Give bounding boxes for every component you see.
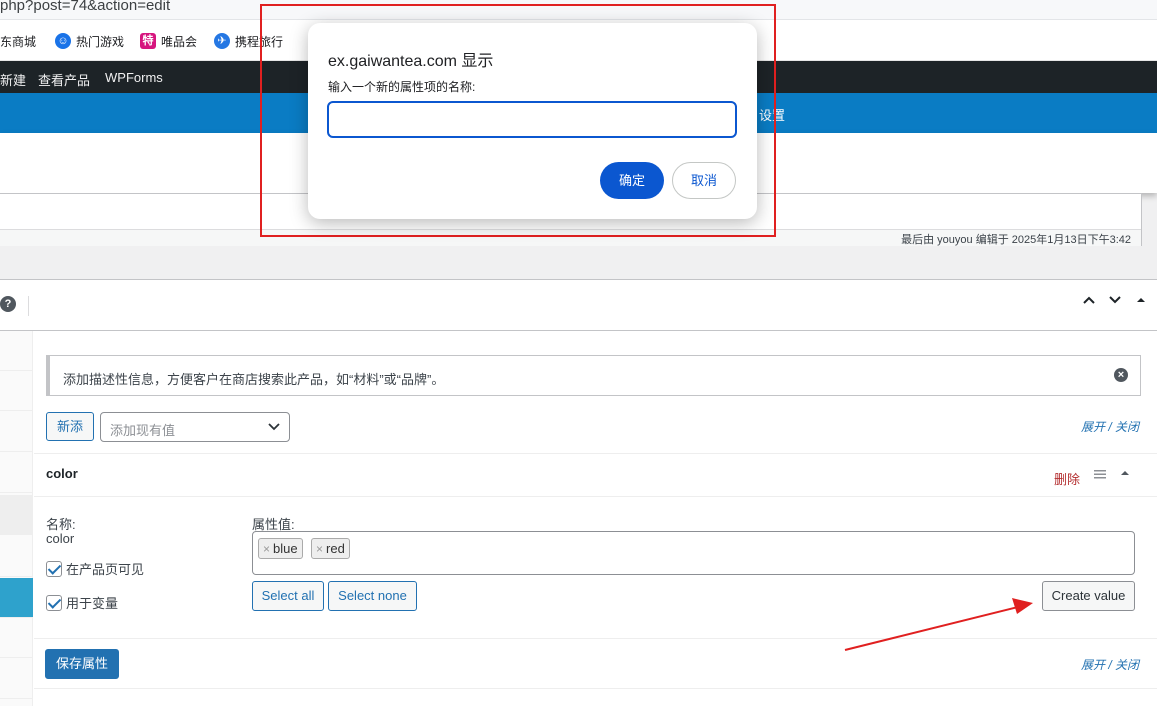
product-tab[interactable]	[0, 412, 33, 452]
product-tab[interactable]	[0, 453, 33, 493]
bookmark-jd[interactable]: 东商城	[0, 31, 36, 51]
dialog-text-input[interactable]	[327, 101, 737, 138]
add-existing-select[interactable]: 添加现有值	[100, 412, 290, 442]
prompt-dialog: ex.gaiwantea.com 显示 输入一个新的属性项的名称: 确定 取消	[308, 23, 757, 219]
collapse-icon[interactable]	[1131, 293, 1151, 317]
adminbar-view-product[interactable]: 查看产品	[38, 70, 90, 89]
select-placeholder: 添加现有值	[110, 420, 175, 439]
select-none-button[interactable]: Select none	[328, 581, 417, 611]
value-token[interactable]: ×red	[311, 538, 350, 559]
product-tab[interactable]	[0, 618, 33, 658]
dialog-cancel-button[interactable]: 取消	[672, 162, 736, 199]
help-icon[interactable]: ?	[0, 296, 16, 312]
vip-icon: 特	[140, 33, 156, 49]
add-new-attribute-button[interactable]: 新添	[46, 412, 94, 441]
dialog-message: 输入一个新的属性项的名称:	[328, 78, 475, 95]
dialog-ok-button[interactable]: 确定	[600, 162, 664, 199]
expand-close-link[interactable]: 展开 / 关闭	[1081, 656, 1139, 673]
bookmark-label: 唯品会	[161, 33, 197, 50]
checkbox-label: 在产品页可见	[66, 559, 144, 578]
save-attributes-button[interactable]: 保存属性	[45, 649, 119, 679]
attribute-title: color	[46, 466, 78, 481]
last-edited-text: 最后由 youyou 编辑于 2025年1月13日下午3:42	[901, 231, 1131, 247]
product-tab[interactable]	[0, 331, 33, 371]
postbox-header: ?	[0, 280, 1157, 331]
product-data-tabs	[0, 331, 33, 706]
remove-value-icon[interactable]: ×	[316, 542, 323, 556]
drag-handle-icon[interactable]	[1094, 467, 1108, 483]
adminbar-wpforms[interactable]: WPForms	[105, 70, 163, 85]
url-text[interactable]: php?post=74&action=edit	[0, 0, 170, 14]
product-tab[interactable]	[0, 371, 33, 411]
checkbox-checked[interactable]	[46, 595, 62, 611]
value-token-label: blue	[273, 541, 298, 556]
expand-close-link[interactable]: 展开 / 关闭	[1081, 418, 1139, 435]
divider	[34, 688, 1157, 689]
used-for-variations-checkbox[interactable]: 用于变量	[46, 593, 118, 612]
ctrip-icon: ✈	[214, 33, 230, 49]
bookmark-label: 热门游戏	[76, 33, 124, 50]
toggle-attribute-icon[interactable]	[1120, 468, 1130, 481]
checkbox-label: 用于变量	[66, 593, 118, 612]
value-token[interactable]: ×blue	[258, 538, 303, 559]
adminbar-new[interactable]: 新建	[0, 70, 26, 89]
chevron-down-icon	[267, 419, 281, 436]
attribute-row-header[interactable]: color 删除	[34, 453, 1157, 497]
visible-on-product-page-checkbox[interactable]: 在产品页可见	[46, 559, 144, 578]
bookmark-vip[interactable]: 特 唯品会	[140, 31, 197, 51]
bookmark-games[interactable]: ☺ 热门游戏	[55, 31, 124, 51]
attribute-values-input[interactable]: ×blue ×red	[252, 531, 1135, 575]
divider	[28, 296, 29, 316]
select-all-button[interactable]: Select all	[252, 581, 324, 611]
bookmark-label: 东商城	[0, 33, 36, 50]
notice-text: 添加描述性信息，方便客户在商店搜索此产品，如“材料”或“品牌”。	[63, 369, 444, 388]
move-down-icon[interactable]	[1105, 293, 1125, 317]
delete-attribute-link[interactable]: 删除	[1054, 469, 1080, 488]
create-value-button[interactable]: Create value	[1042, 581, 1135, 611]
value-token-label: red	[326, 541, 345, 556]
attributes-info-notice: 添加描述性信息，方便客户在商店搜索此产品，如“材料”或“品牌”。 ×	[46, 355, 1141, 396]
checkbox-checked[interactable]	[46, 561, 62, 577]
product-tab[interactable]	[0, 495, 33, 535]
remove-value-icon[interactable]: ×	[263, 542, 270, 556]
dialog-title: ex.gaiwantea.com 显示	[328, 47, 493, 71]
product-tab[interactable]	[0, 537, 33, 577]
dismiss-icon[interactable]: ×	[1114, 368, 1128, 382]
attribute-name-value: color	[46, 531, 74, 546]
move-up-icon[interactable]	[1079, 293, 1099, 317]
product-tab-attributes[interactable]	[0, 578, 33, 618]
product-tab[interactable]	[0, 659, 33, 699]
attribute-row-body: 名称: color 属性值: ×blue ×red 在产品页可见 用于变量	[34, 497, 1157, 639]
game-icon: ☺	[55, 33, 71, 49]
